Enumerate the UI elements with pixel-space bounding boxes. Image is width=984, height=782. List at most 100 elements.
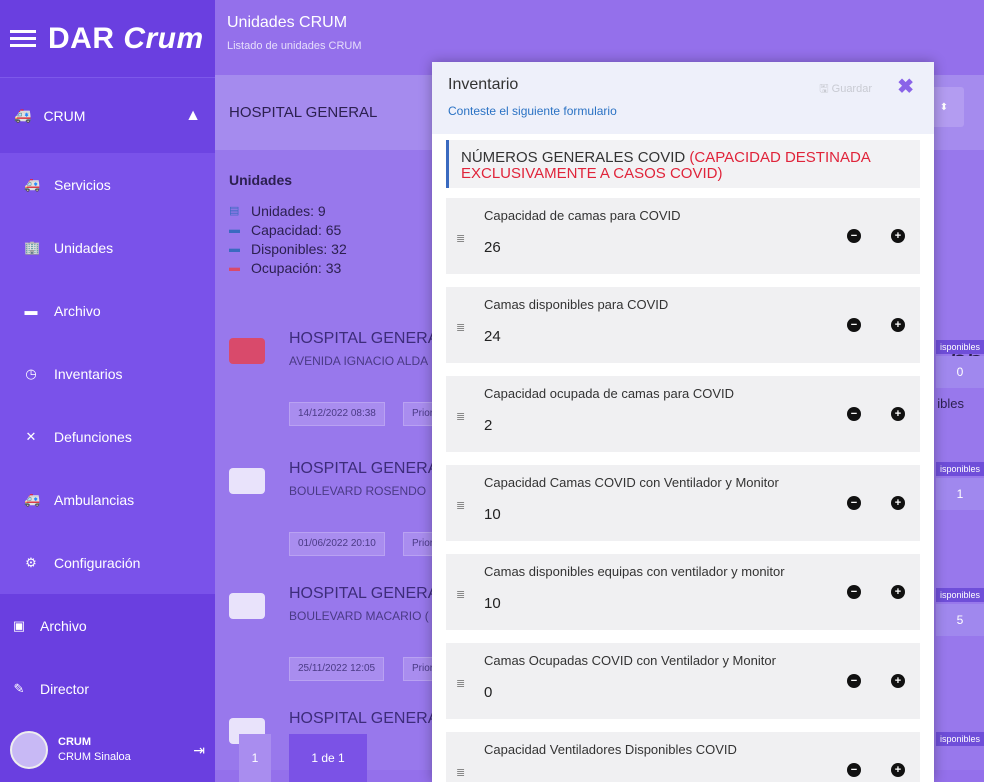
- sidebar-item-label: Servicios: [54, 176, 111, 193]
- hamburger-menu-icon[interactable]: [10, 30, 36, 47]
- stat-ocupacion: Ocupación: 33: [251, 260, 342, 276]
- plus-icon[interactable]: +: [891, 585, 905, 599]
- section-title: NÚMEROS GENERALES COVID: [461, 149, 686, 166]
- minus-icon[interactable]: −: [847, 318, 861, 332]
- sidebar-item-ambulancias[interactable]: 🚑 Ambulancias: [0, 468, 215, 531]
- field-value[interactable]: 2: [484, 417, 832, 434]
- sidebar-item-label: Archivo: [54, 302, 101, 319]
- page-subtitle: Listado de unidades CRUM: [227, 40, 362, 52]
- minus-icon[interactable]: −: [847, 763, 861, 777]
- user-org: CRUM Sinaloa: [58, 751, 131, 763]
- sidebar-item-archivo[interactable]: ▬ Archivo: [0, 279, 215, 342]
- brand-logo: DAR Crum: [48, 22, 204, 56]
- sidebar-item-unidades[interactable]: 🏢 Unidades: [0, 216, 215, 279]
- sidebar-item-label: Inventarios: [54, 365, 123, 382]
- disponibles-badge: isponibles: [936, 588, 984, 602]
- field-value[interactable]: 10: [484, 506, 832, 523]
- ambulance-icon: 🚑: [24, 491, 41, 507]
- hospital-name: HOSPITAL GENERA: [289, 460, 439, 477]
- plus-icon[interactable]: +: [891, 763, 905, 777]
- sidebar-item-archivo-root[interactable]: ▣ Archivo: [0, 594, 215, 657]
- list-item[interactable]: HOSPITAL GENERA AVENIDA IGNACIO ALDA 14/…: [229, 330, 459, 440]
- minus-icon[interactable]: −: [847, 674, 861, 688]
- list-item[interactable]: HOSPITAL GENERA BOULEVARD ROSENDO 01/06/…: [229, 460, 459, 570]
- field-value[interactable]: 24: [484, 328, 832, 345]
- save-icon: 🖫: [819, 83, 829, 95]
- sidebar-group-label: CRUM: [43, 107, 86, 124]
- bed-icon: [229, 593, 265, 619]
- sidebar-item-director[interactable]: ✎ Director: [0, 657, 215, 720]
- field-value[interactable]: 26: [484, 239, 832, 256]
- field-value[interactable]: 0: [484, 684, 832, 701]
- minus-icon[interactable]: −: [847, 496, 861, 510]
- sidebar-item-label: Unidades: [54, 239, 114, 256]
- plus-icon[interactable]: +: [891, 229, 905, 243]
- ambulance-icon: 🚑: [24, 176, 41, 192]
- number-field: ≣ Capacidad Ventiladores Disponibles COV…: [446, 732, 920, 782]
- stat-unidades: Unidades: 9: [251, 203, 326, 219]
- date-chip: 25/11/2022 12:05: [289, 657, 385, 681]
- number-field: ≣ Camas disponibles equipas con ventilad…: [446, 554, 920, 630]
- page-title: Unidades CRUM: [227, 14, 348, 31]
- pager-label: 1 de 1: [289, 734, 367, 782]
- pager-button[interactable]: 1: [239, 734, 271, 782]
- file-icon: ▬: [24, 303, 38, 318]
- sidebar-item-defunciones[interactable]: ✕ Defunciones: [0, 405, 215, 468]
- hospital-address: AVENIDA IGNACIO ALDA: [289, 354, 429, 368]
- hospital-name: HOSPITAL GENERA: [289, 330, 439, 347]
- logout-icon[interactable]: ⇥: [193, 742, 205, 759]
- sidebar-item-inventarios[interactable]: ◷ Inventarios: [0, 342, 215, 405]
- hospital-name: HOSPITAL GENERA: [289, 710, 439, 727]
- disponibles-badge: isponibles: [936, 732, 984, 746]
- hospital-name: HOSPITAL GENERA: [289, 585, 439, 602]
- stat-capacidad: Capacidad: 65: [251, 222, 342, 238]
- field-value[interactable]: 10: [484, 595, 832, 612]
- avatar: [10, 731, 48, 769]
- brand-name: DAR: [48, 21, 115, 55]
- close-icon[interactable]: ✖: [897, 74, 914, 99]
- sidebar-item-label: Director: [40, 680, 90, 697]
- field-label: Camas Ocupadas COVID con Ventilador y Mo…: [484, 653, 776, 668]
- sidebar-item-servicios[interactable]: 🚑 Servicios: [0, 153, 215, 216]
- sidebar: DAR Crum 🚑 CRUM ▲ 🚑 Servicios 🏢 Unidades ▬…: [0, 0, 215, 782]
- brand-crum: Crum: [123, 21, 204, 55]
- wrench-icon: ✎: [13, 680, 25, 696]
- list-icon: ≣: [456, 322, 466, 334]
- brand-bar: DAR Crum: [0, 0, 215, 78]
- ambulance-icon: 🚑: [14, 107, 32, 123]
- list-item[interactable]: HOSPITAL GENERA BOULEVARD MACARIO ( 25/1…: [229, 585, 459, 695]
- plus-icon[interactable]: +: [891, 674, 905, 688]
- inventario-modal: Inventario Conteste el siguiente formula…: [432, 62, 934, 782]
- number-field: ≣ Camas Ocupadas COVID con Ventilador y …: [446, 643, 920, 719]
- modal-subtitle: Conteste el siguiente formulario: [448, 104, 617, 118]
- building-icon: ▤: [229, 205, 240, 217]
- list-icon: ≣: [456, 500, 466, 512]
- save-button[interactable]: 🖫 Guardar: [819, 80, 872, 99]
- sidebar-item-label: Ambulancias: [54, 491, 135, 508]
- list-icon: ≣: [456, 411, 466, 423]
- sidebar-item-configuracion[interactable]: ⚙ Configuración: [0, 531, 215, 594]
- field-label: Camas disponibles para COVID: [484, 297, 669, 312]
- bed-icon: [229, 468, 265, 494]
- gear-icon: ⚙: [25, 554, 37, 570]
- hospital-select-value: HOSPITAL GENERAL: [229, 104, 378, 121]
- bed-icon: ▬: [229, 224, 240, 236]
- folder-icon: ▣: [12, 617, 26, 633]
- plus-icon[interactable]: +: [891, 496, 905, 510]
- date-chip: 14/12/2022 08:38: [289, 402, 385, 426]
- plus-icon[interactable]: +: [891, 318, 905, 332]
- chevron-up-icon: ▲: [185, 106, 201, 124]
- save-label: Guardar: [831, 83, 872, 95]
- section-heading: NÚMEROS GENERALES COVID (CAPACIDAD DESTI…: [446, 140, 920, 188]
- minus-icon[interactable]: −: [847, 585, 861, 599]
- field-label: Capacidad Ventiladores Disponibles COVID: [484, 742, 737, 757]
- list-icon: ≣: [456, 233, 466, 245]
- disponibles-count: 5: [936, 604, 984, 636]
- minus-icon[interactable]: −: [847, 407, 861, 421]
- list-icon: ≣: [456, 589, 466, 601]
- sidebar-group-crum[interactable]: 🚑 CRUM ▲: [0, 78, 215, 153]
- disponibles-badge: isponibles: [936, 340, 984, 354]
- number-field: ≣ Camas disponibles para COVID 24 − +: [446, 287, 920, 363]
- minus-icon[interactable]: −: [847, 229, 861, 243]
- plus-icon[interactable]: +: [891, 407, 905, 421]
